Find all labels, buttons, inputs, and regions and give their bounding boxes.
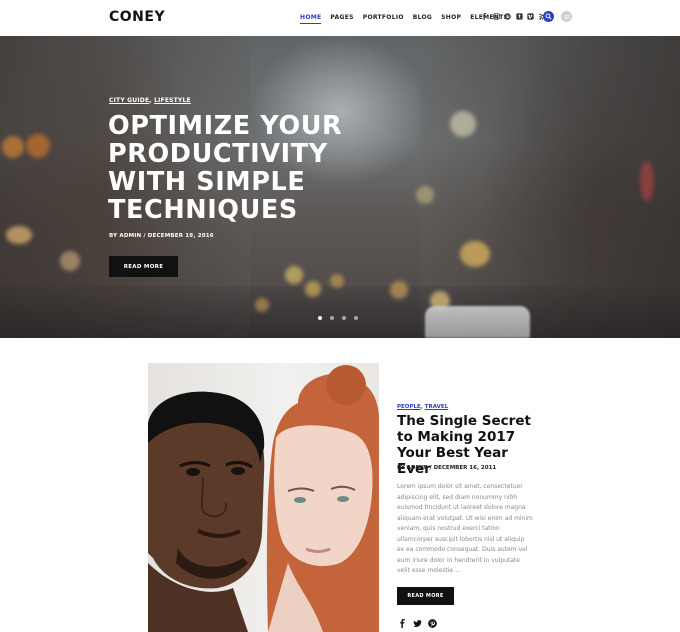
hero-title[interactable]: OPTIMIZE YOUR PRODUCTIVITY WITH SIMPLE T… — [108, 112, 388, 224]
nav-item-portfolio[interactable]: PORTFOLIO — [363, 14, 404, 21]
instagram-icon[interactable] — [492, 12, 501, 21]
hero-slider: CITY GUIDE, LIFESTYLE OPTIMIZE YOUR PROD… — [0, 36, 680, 338]
slider-dot[interactable] — [354, 316, 358, 320]
slider-dot[interactable] — [318, 316, 322, 320]
post-categories: PEOPLE, TRAVEL — [397, 404, 448, 410]
social-links — [480, 12, 549, 21]
post-category-link[interactable]: PEOPLE — [397, 404, 421, 410]
hero-category-link[interactable]: CITY GUIDE — [109, 97, 149, 104]
site-header: CONEY HOME PAGES PORTFOLIO BLOG SHOP ELE… — [0, 0, 680, 36]
vimeo-icon[interactable] — [526, 12, 535, 21]
pinterest-icon[interactable] — [427, 618, 437, 628]
nav-item-home[interactable]: HOME — [300, 14, 322, 24]
search-icon[interactable] — [543, 11, 554, 22]
slider-dot[interactable] — [330, 316, 334, 320]
hero-categories: CITY GUIDE, LIFESTYLE — [109, 97, 191, 104]
slider-dot[interactable] — [342, 316, 346, 320]
post-read-more-button[interactable]: READ MORE — [397, 587, 454, 605]
facebook-icon[interactable] — [397, 618, 407, 628]
twitter-icon[interactable] — [412, 618, 422, 628]
hero-post-meta: BY ADMIN / DECEMBER 19, 2016 — [109, 233, 214, 239]
hero-category-link[interactable]: LIFESTYLE — [154, 97, 191, 104]
post-excerpt: Lorem ipsum dolor sit amet, consectetuer… — [397, 483, 533, 574]
menu-icon[interactable] — [561, 11, 572, 22]
tumblr-icon[interactable] — [515, 12, 524, 21]
post-category-link[interactable]: TRAVEL — [425, 404, 448, 410]
post-meta: BY ADMIN / DECEMBER 16, 2011 — [397, 465, 497, 471]
nav-item-shop[interactable]: SHOP — [441, 14, 461, 21]
site-logo[interactable]: CONEY — [109, 9, 165, 25]
facebook-icon[interactable] — [480, 12, 489, 21]
nav-item-pages[interactable]: PAGES — [330, 14, 353, 21]
post-featured-image[interactable] — [148, 363, 379, 632]
post-share-links — [397, 618, 442, 628]
pinterest-icon[interactable] — [503, 12, 512, 21]
hero-read-more-button[interactable]: READ MORE — [109, 256, 178, 277]
slider-pagination — [318, 316, 366, 320]
nav-item-blog[interactable]: BLOG — [413, 14, 432, 21]
portrait-illustration — [148, 365, 379, 632]
